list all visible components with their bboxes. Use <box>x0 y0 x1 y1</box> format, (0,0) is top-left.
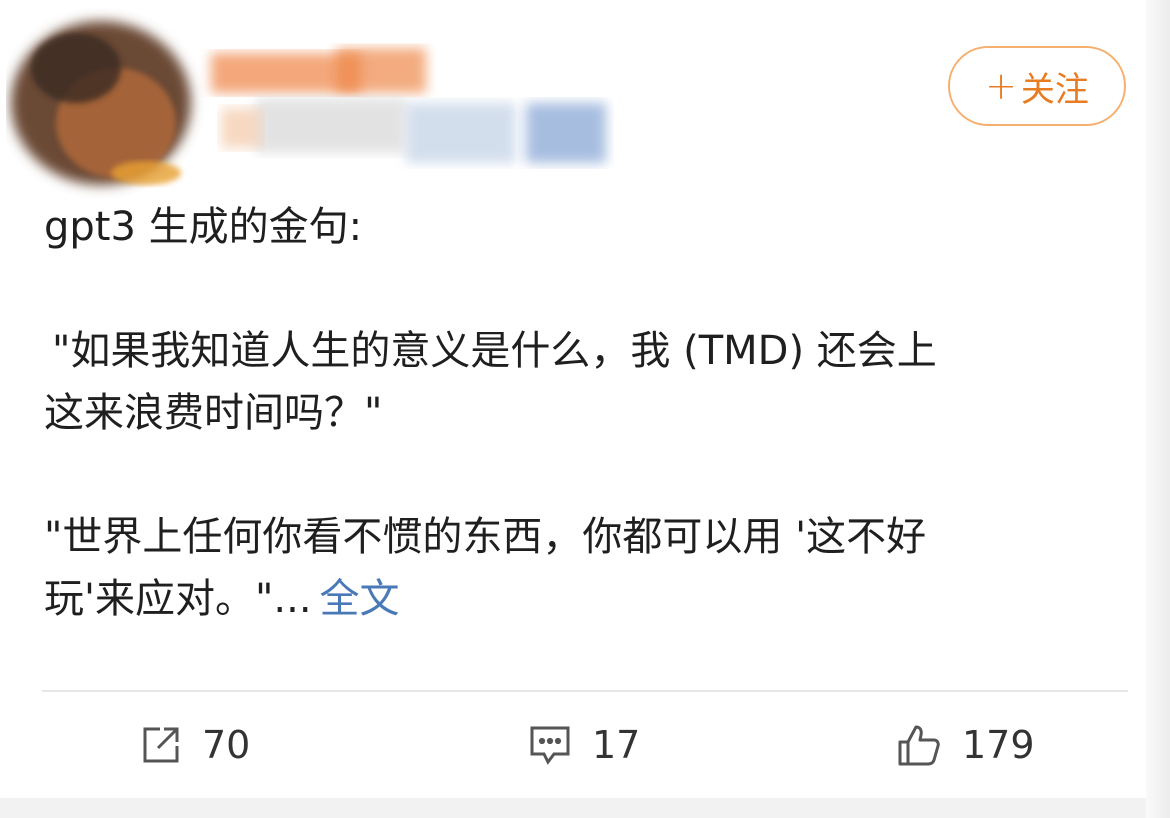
quote1-line1: "如果我知道人生的意义是什么，我 (TMD) 还会上 <box>52 328 937 374</box>
quote1-line2: 这来浪费时间吗？" <box>44 390 383 436</box>
like-count: 179 <box>962 723 1035 767</box>
comment-button[interactable]: 17 <box>528 708 640 782</box>
quote2-line1: "世界上任何你看不惯的东西，你都可以用 '这不好 <box>44 514 927 560</box>
post-intro: gpt3 生成的金句: <box>44 204 363 250</box>
quote2-line2-wrapper: 玩'来应对。"... 全文 <box>44 568 1134 630</box>
action-bar: 70 17 179 <box>0 708 1170 782</box>
divider <box>42 690 1128 692</box>
bottom-separator <box>0 798 1170 818</box>
post-text: gpt3 生成的金句: "如果我知道人生的意义是什么，我 (TMD) 还会上 这… <box>44 196 1134 630</box>
redacted-avatar-and-name <box>11 21 606 185</box>
plus-icon: + <box>985 64 1017 108</box>
repost-button[interactable]: 70 <box>140 708 250 782</box>
thumbs-up-icon <box>898 725 940 766</box>
comment-icon <box>530 726 570 765</box>
follow-label: 关注 <box>1020 69 1089 110</box>
like-button[interactable]: 179 <box>896 708 1035 782</box>
post-header: + 关注 <box>0 0 1170 190</box>
comment-count: 17 <box>592 723 641 767</box>
right-edge-shadow <box>1146 0 1170 818</box>
repost-count: 70 <box>202 723 251 767</box>
quote2-line2: 玩'来应对。"... <box>44 576 312 622</box>
share-icon <box>143 727 179 763</box>
follow-button[interactable]: + 关注 <box>948 46 1126 126</box>
full-text-link[interactable]: 全文 <box>320 576 400 622</box>
